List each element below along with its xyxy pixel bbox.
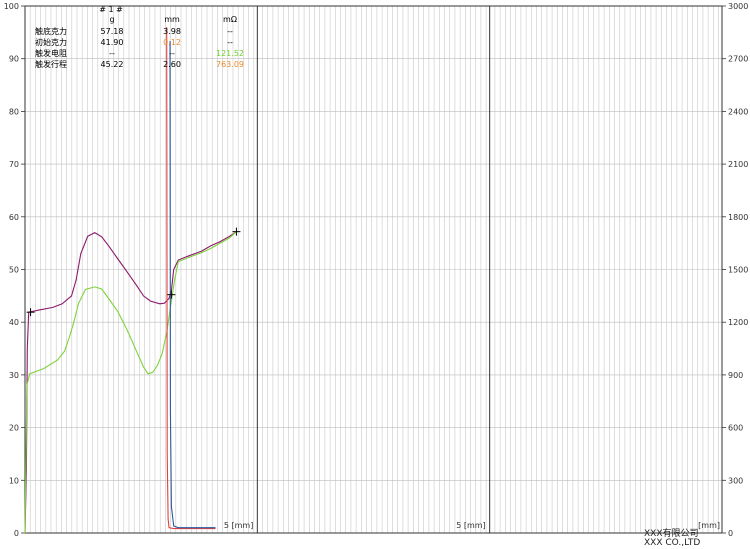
right-axis-tick-label: 600 xyxy=(728,424,743,433)
chart-markers xyxy=(26,227,241,317)
unit-mm-label: mm xyxy=(164,15,180,24)
right-axis-tick-label: 2400 xyxy=(728,107,748,116)
right-axis-tick-label: 2700 xyxy=(728,55,748,64)
left-axis-tick-label: 80 xyxy=(9,107,19,116)
right-axis-tick-label: 900 xyxy=(728,371,743,380)
row-value-mohm: -- xyxy=(227,27,233,36)
left-axis-tick-label: 20 xyxy=(9,424,19,433)
right-axis-tick-label: 1200 xyxy=(728,318,748,327)
row-value-mohm: 121.52 xyxy=(216,49,244,58)
row-value-mohm: -- xyxy=(227,38,233,47)
right-axis-tick-label: 3000 xyxy=(728,2,748,11)
unit-g-label: g xyxy=(109,15,115,24)
row-value-g: 57.18 xyxy=(100,27,124,36)
left-axis-tick-label: 40 xyxy=(9,318,19,327)
left-axis-tick-label: 70 xyxy=(9,160,19,169)
left-axis-tick-label: 60 xyxy=(9,213,19,222)
series-line-4 xyxy=(169,41,216,529)
row-value-mm: 2.60 xyxy=(163,60,181,69)
left-axis-tick-label: 50 xyxy=(9,266,19,275)
unit-mohm-label: mΩ xyxy=(223,15,237,24)
row-value-g: -- xyxy=(109,49,115,58)
left-axis-tick-label: 100 xyxy=(4,2,19,11)
chart-labels: 0 10 20 30 40 50 60 70 80 90 100 0 300 600 900 1200 1500… xyxy=(4,2,749,538)
company-name-en: XXX CO.,LTD xyxy=(644,538,701,548)
readout-header: # 1 # xyxy=(99,5,123,14)
row-value-mm: -- xyxy=(169,49,175,58)
left-axis-tick-label: 10 xyxy=(9,476,19,485)
right-axis-unit-label: [mm] xyxy=(698,521,720,530)
panel-x-label: 5 [mm] xyxy=(456,521,485,530)
left-axis-tick-label: 30 xyxy=(9,371,19,380)
row-value-mm: 3.98 xyxy=(163,27,181,36)
right-axis-tick-label: 0 xyxy=(728,529,733,538)
left-axis-tick-label: 90 xyxy=(9,55,19,64)
chart-series xyxy=(24,27,237,534)
row-label: 触底克力 xyxy=(35,27,67,36)
row-label: 初始克力 xyxy=(35,38,67,47)
row-value-g: 45.22 xyxy=(100,60,124,69)
row-value-g: 41.90 xyxy=(100,38,124,47)
row-label: 触发行程 xyxy=(35,60,67,69)
force-displacement-chart: 0 10 20 30 40 50 60 70 80 90 100 0 300 600 900 1200 1500… xyxy=(4,2,749,538)
panel-x-label: 5 [mm] xyxy=(224,521,253,530)
right-axis-tick-label: 1500 xyxy=(728,266,748,275)
row-value-mm: 0.12 xyxy=(163,38,181,47)
series-line-1 xyxy=(24,231,237,534)
right-axis-tick-label: 300 xyxy=(728,476,743,485)
right-axis-tick-label: 1800 xyxy=(728,213,748,222)
row-value-mohm: 763.09 xyxy=(216,60,244,69)
row-label: 触发电阻 xyxy=(35,49,67,58)
chart-grid xyxy=(25,5,722,534)
right-axis-tick-label: 2100 xyxy=(728,160,748,169)
left-axis-tick-label: 0 xyxy=(14,529,19,538)
